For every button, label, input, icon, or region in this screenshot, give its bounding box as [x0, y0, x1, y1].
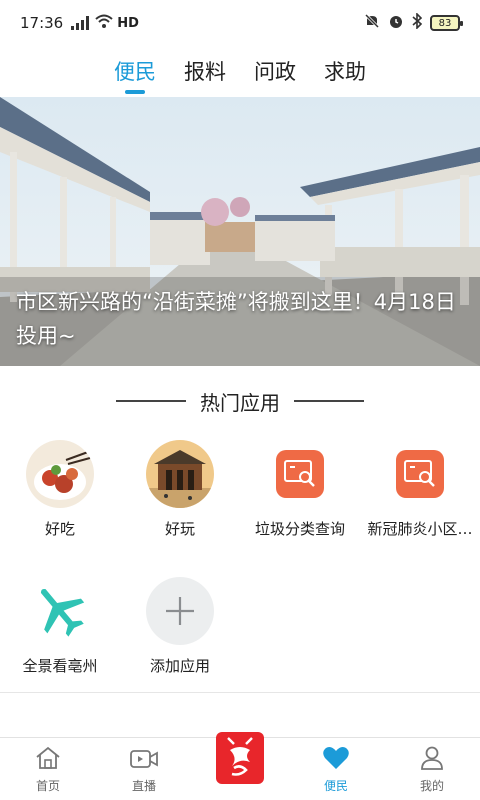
tab-qiuzhu[interactable]: 求助: [320, 46, 370, 96]
bottom-nav: 首页 直播 便民 我的: [0, 732, 480, 800]
banner-caption: 市区新兴路的“沿街菜摊”将搬到这里！4月18日投用~: [16, 290, 456, 348]
news-banner[interactable]: 市区新兴路的“沿街菜摊”将搬到这里！4月18日投用~: [0, 97, 480, 366]
add-app-button[interactable]: 添加应用: [120, 577, 240, 676]
tab-bianmin[interactable]: 便民: [110, 46, 160, 96]
building-photo-icon: [146, 440, 214, 508]
tab-label: 报料: [184, 60, 226, 84]
app-covid-community[interactable]: 新冠肺炎小区…: [360, 440, 480, 539]
alarm-icon: [388, 13, 404, 33]
nav-bianmin[interactable]: 便民: [288, 738, 384, 800]
battery-icon: 83: [430, 15, 463, 31]
hd-label: HD: [117, 15, 139, 31]
tab-label: 求助: [324, 60, 366, 84]
app-label: 垃圾分类查询: [254, 520, 345, 538]
home-icon: [35, 746, 61, 774]
section-title: 热门应用: [200, 390, 280, 415]
nav-mine[interactable]: 我的: [384, 738, 480, 800]
search-document-icon: [386, 440, 454, 508]
title-divider-right: [294, 400, 364, 402]
app-garbage-sorting[interactable]: 垃圾分类查询: [240, 440, 360, 539]
app-label: 好玩: [164, 520, 195, 538]
nav-label: 我的: [419, 779, 444, 793]
tab-label: 问政: [254, 60, 296, 84]
title-divider-left: [116, 400, 186, 402]
nav-live[interactable]: 直播: [96, 738, 192, 800]
nav-label: 直播: [131, 779, 156, 793]
airplane-icon: [26, 577, 94, 645]
app-panorama-bozhou[interactable]: 全景看亳州: [0, 577, 120, 676]
app-logo-icon: [216, 732, 264, 784]
status-time: 17:36: [20, 14, 64, 32]
plus-icon: [146, 577, 214, 645]
app-label: 全景看亳州: [22, 657, 98, 675]
user-icon: [420, 746, 444, 774]
hot-apps-header: 热门应用: [0, 385, 480, 417]
wifi-icon: [95, 14, 113, 32]
app-label: 添加应用: [149, 657, 210, 675]
app-label: 好吃: [44, 520, 75, 538]
heart-icon: [322, 746, 350, 774]
active-tab-indicator: [125, 90, 145, 94]
app-haochi[interactable]: 好吃: [0, 440, 120, 539]
app-label: 新冠肺炎小区…: [367, 520, 473, 538]
status-bar: 17:36 HD 83: [0, 0, 480, 46]
bluetooth-icon: [412, 12, 423, 33]
mute-icon: [364, 13, 380, 33]
nav-label: 便民: [323, 779, 348, 793]
nav-center-logo[interactable]: [192, 732, 288, 800]
search-document-icon: [266, 440, 334, 508]
tab-label: 便民: [114, 60, 156, 84]
top-tabs: 便民 报料 问政 求助: [0, 46, 480, 96]
signal-icon: [71, 16, 90, 30]
nav-home[interactable]: 首页: [0, 738, 96, 800]
video-icon: [130, 748, 158, 774]
food-photo-icon: [26, 440, 94, 508]
tab-baoliao[interactable]: 报料: [180, 46, 230, 96]
nav-label: 首页: [35, 779, 60, 793]
app-haowan[interactable]: 好玩: [120, 440, 240, 539]
content-divider: [0, 692, 480, 693]
tab-wenzheng[interactable]: 问政: [250, 46, 300, 96]
